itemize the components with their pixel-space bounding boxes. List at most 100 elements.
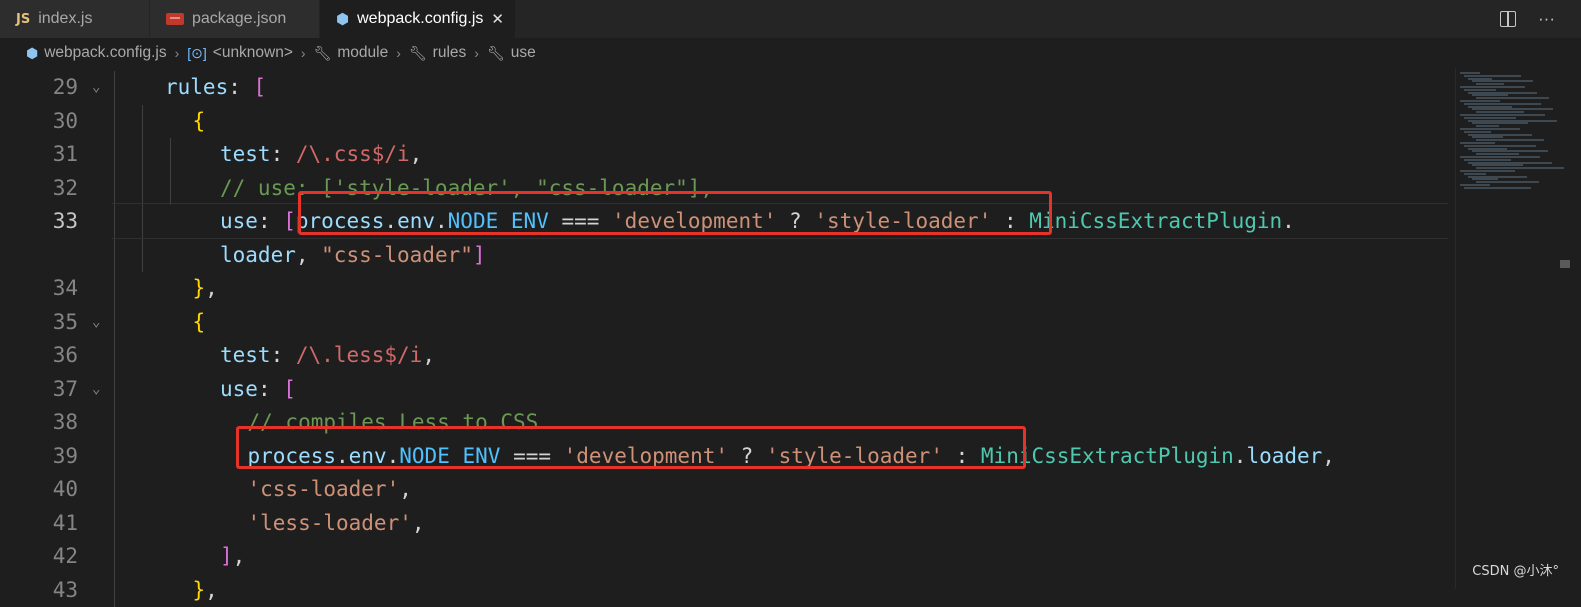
npm-package-icon <box>166 13 184 25</box>
code-text: test: /\.css$/i, <box>220 138 422 172</box>
breadcrumb-file[interactable]: webpack.config.js <box>44 44 166 62</box>
chevron-right-icon: › <box>396 45 401 61</box>
fold-chevron-icon[interactable]: ⌄ <box>92 373 100 407</box>
tab-webpack-config-js[interactable]: ⬢ webpack.config.js ✕ <box>320 0 516 38</box>
minimap-line <box>1472 164 1523 166</box>
code-line: 42], <box>0 540 1460 574</box>
breadcrumb-item-module[interactable]: module <box>337 44 388 62</box>
minimap-line <box>1476 139 1544 141</box>
code-line: 30{ <box>0 105 1460 139</box>
minimap-line <box>1476 181 1539 183</box>
line-number: 35 <box>0 306 78 340</box>
line-number: 33 <box>0 205 78 239</box>
tab-bar: JS index.js package.json ⬢ webpack.confi… <box>0 0 1581 38</box>
code-text: rules: [ <box>165 71 266 105</box>
code-text: { <box>193 105 206 139</box>
line-number: 37 <box>0 373 78 407</box>
minimap-line <box>1460 184 1490 186</box>
minimap-line <box>1460 72 1480 74</box>
breadcrumb: ⬢ webpack.config.js › [⊙] <unknown> › 🔧︎… <box>0 38 1581 68</box>
code-line: loader, "css-loader"] <box>0 239 1460 273</box>
split-editor-icon[interactable] <box>1500 11 1516 27</box>
tab-index-js[interactable]: JS index.js <box>0 0 150 38</box>
code-line: 37 ⌄ use: [ <box>0 373 1460 407</box>
minimap-line <box>1476 167 1564 169</box>
tab-label: index.js <box>38 10 92 28</box>
annotation-highlight-box <box>236 426 1026 470</box>
code-text: }, <box>193 272 218 306</box>
code-line: 41 'less-loader', <box>0 507 1460 541</box>
line-number: 32 <box>0 172 78 206</box>
more-actions-icon[interactable]: ··· <box>1538 9 1555 29</box>
reference-symbol-icon: [⊙] <box>187 45 207 62</box>
minimap-line <box>1464 173 1486 175</box>
line-number: 41 <box>0 507 78 541</box>
minimap-line <box>1464 131 1491 133</box>
minimap-line <box>1464 89 1496 91</box>
line-number: 31 <box>0 138 78 172</box>
line-number: 43 <box>0 574 78 607</box>
code-text: 'less-loader', <box>248 507 425 541</box>
minimap-line <box>1476 125 1499 127</box>
minimap-line <box>1460 142 1495 144</box>
minimap-line <box>1464 187 1531 189</box>
code-text: loader, "css-loader"] <box>220 239 486 273</box>
code-text: test: /\.less$/i, <box>220 339 435 373</box>
chevron-right-icon: › <box>301 45 306 61</box>
breadcrumb-item-unknown[interactable]: <unknown> <box>213 44 293 62</box>
code-line: 36 test: /\.less$/i, <box>0 339 1460 373</box>
minimap-line <box>1468 92 1537 94</box>
watermark: CSDN @小沐° <box>1472 560 1559 579</box>
minimap-line <box>1472 122 1528 124</box>
code-text: use: [ <box>220 373 296 407</box>
minimap-line <box>1464 145 1536 147</box>
wrench-icon: 🔧︎ <box>487 45 505 62</box>
code-line: 40'css-loader', <box>0 473 1460 507</box>
line-number: 36 <box>0 339 78 373</box>
minimap-line <box>1472 108 1553 110</box>
minimap-line <box>1472 150 1548 152</box>
annotation-highlight-box <box>298 191 1052 235</box>
minimap-line <box>1464 117 1516 119</box>
code-text: 'css-loader', <box>248 473 412 507</box>
minimap-line <box>1468 148 1507 150</box>
minimap-line <box>1464 159 1511 161</box>
line-number: 39 <box>0 440 78 474</box>
minimap-line <box>1460 114 1545 116</box>
chevron-right-icon: › <box>474 45 479 61</box>
chevron-right-icon: › <box>175 45 180 61</box>
minimap-line <box>1476 83 1504 85</box>
minimap-line <box>1472 178 1498 180</box>
minimap-line <box>1468 106 1512 108</box>
editor-actions: ··· <box>1500 0 1581 38</box>
minimap[interactable] <box>1455 68 1566 589</box>
scrollbar-thumb[interactable] <box>1560 260 1570 268</box>
minimap-line <box>1476 153 1519 155</box>
line-number: 34 <box>0 272 78 306</box>
wrench-icon: 🔧︎ <box>314 45 332 62</box>
minimap-line <box>1476 97 1549 99</box>
code-text: ], <box>220 540 245 574</box>
fold-chevron-icon[interactable]: ⌄ <box>92 71 100 105</box>
minimap-line <box>1460 86 1525 88</box>
minimap-line <box>1468 162 1552 164</box>
minimap-line <box>1472 80 1533 82</box>
minimap-line <box>1464 75 1521 77</box>
breadcrumb-item-rules[interactable]: rules <box>433 44 467 62</box>
javascript-file-icon: JS <box>16 12 30 27</box>
close-tab-icon[interactable]: ✕ <box>491 10 504 28</box>
minimap-line <box>1472 94 1508 96</box>
code-line: 43}, <box>0 574 1460 607</box>
minimap-line <box>1468 134 1532 136</box>
tab-package-json[interactable]: package.json <box>150 0 320 38</box>
code-line: 29⌄rules: [ <box>0 71 1460 105</box>
minimap-line <box>1464 103 1541 105</box>
minimap-line <box>1468 78 1492 80</box>
fold-chevron-icon[interactable]: ⌄ <box>92 306 100 340</box>
code-line: 35⌄{ <box>0 306 1460 340</box>
minimap-line <box>1460 128 1520 130</box>
breadcrumb-item-use[interactable]: use <box>511 44 536 62</box>
webpack-cube-icon: ⬢ <box>336 10 349 28</box>
minimap-line <box>1472 136 1503 138</box>
code-editor[interactable]: 29⌄rules: [30{31test: /\.css$/i,32// use… <box>0 70 1581 589</box>
